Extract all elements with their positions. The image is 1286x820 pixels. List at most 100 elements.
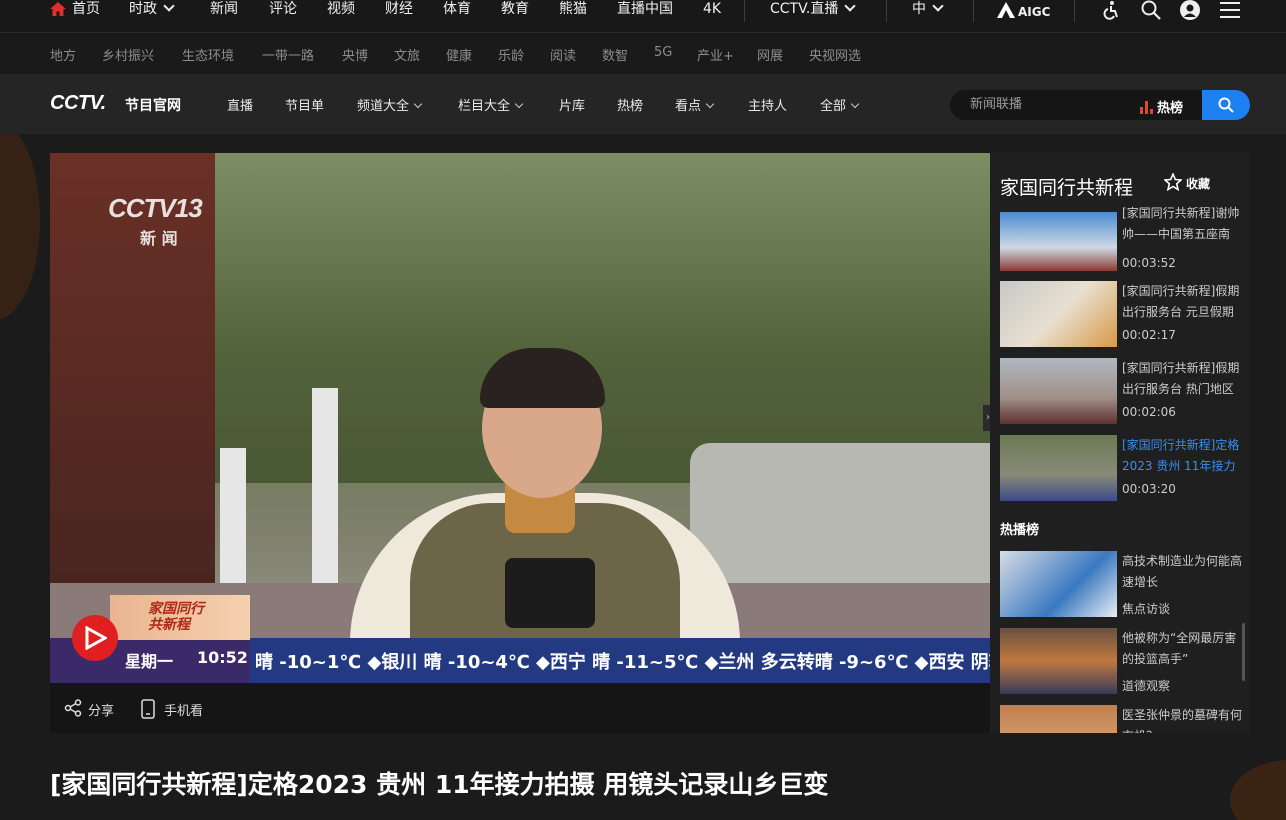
program-banner-text: 家国同行 共新程 [148, 601, 204, 633]
player-actions: 分享 手机看 [50, 683, 990, 733]
nav-hot[interactable]: 热榜 [617, 95, 643, 114]
program-banner: 家国同行 共新程 [110, 595, 250, 640]
play-logo-icon[interactable] [72, 615, 118, 661]
language-switch[interactable]: 中 [912, 0, 944, 33]
subnav-item[interactable]: 乡村振兴 [102, 45, 154, 64]
share-icon [64, 699, 82, 717]
subnav-item[interactable]: 生态环境 [182, 45, 234, 64]
chevron-down-icon [705, 99, 715, 109]
favorite-label: 收藏 [1186, 177, 1211, 191]
topnav-video[interactable]: 视频 [327, 0, 355, 33]
aigc-badge[interactable]: AIGC [997, 0, 1050, 33]
topnav-politics[interactable]: 时政 [129, 0, 175, 33]
topnav-education[interactable]: 教育 [501, 0, 529, 33]
chevron-down-icon [932, 0, 944, 12]
chevron-down-icon [844, 0, 856, 12]
subnav-item[interactable]: 健康 [446, 45, 472, 64]
aigc-label: AIGC [1018, 5, 1051, 19]
subnav-item[interactable]: 数智 [602, 45, 628, 64]
topnav-home[interactable]: 首页 [72, 0, 100, 33]
chevron-down-icon [413, 99, 423, 109]
search-icon [1218, 97, 1234, 113]
sidebar-scrollbar[interactable] [1242, 623, 1245, 681]
nav-channels[interactable]: 频道大全 [357, 95, 423, 114]
topnav-finance[interactable]: 财经 [385, 0, 413, 33]
hot-list-link[interactable]: 热榜 [1140, 97, 1183, 116]
search-box: 热榜 [950, 90, 1250, 120]
hot-source: 道德观察 [1122, 679, 1171, 693]
topnav-panda[interactable]: 熊猫 [559, 0, 587, 33]
player-container: CCTV13 新 闻 星期一 10:52 晴 -10~1℃ ◆银川 晴 -10~… [50, 153, 1250, 733]
playlist-item[interactable]: [家国同行共新程]假期出行服务台 元旦假期 00:02:17 [1000, 281, 1240, 353]
nav-columns[interactable]: 栏目大全 [458, 95, 524, 114]
subnav-item[interactable]: 5G [654, 45, 672, 60]
mobile-phone-icon [141, 699, 155, 719]
search-button[interactable] [1202, 90, 1250, 120]
hot-source: 焦点访谈 [1122, 602, 1171, 616]
nav-library[interactable]: 片库 [559, 95, 585, 114]
subnav-item[interactable]: 阅读 [550, 45, 576, 64]
topnav-sports[interactable]: 体育 [443, 0, 471, 33]
user-icon[interactable] [1180, 0, 1200, 20]
nav-columns-label: 栏目大全 [458, 99, 511, 114]
nav-live[interactable]: 直播 [227, 95, 253, 114]
episode-thumbnail [1000, 358, 1117, 424]
hot-ranking-title: 热播榜 [1000, 523, 1040, 538]
nav-hosts[interactable]: 主持人 [748, 95, 787, 114]
topnav-news[interactable]: 新闻 [210, 0, 238, 33]
hot-list-label: 热榜 [1157, 101, 1184, 116]
playlist-item[interactable]: [家国同行共新程]谢帅帅——中国第五座南 00:03:52 [1000, 206, 1240, 272]
divider [1074, 0, 1075, 22]
logo-subtitle[interactable]: 节目官网 [125, 95, 181, 115]
nav-highlights[interactable]: 看点 [675, 95, 715, 114]
bar-chart-icon [1140, 101, 1153, 114]
episode-duration: 00:02:17 [1122, 328, 1176, 342]
share-label: 分享 [88, 704, 115, 719]
share-button[interactable]: 分享 [64, 699, 115, 719]
hot-item[interactable]: 他被称为“全网最厉害的投篮高手” 道德观察 [1000, 628, 1240, 700]
playlist-item[interactable]: [家国同行共新程]假期出行服务台 热门地区 00:02:06 [1000, 358, 1240, 430]
nav-all[interactable]: 全部 [820, 95, 860, 114]
play-icon [85, 626, 107, 650]
program-nav: CCTV. 节目官网 直播 节目单 频道大全 栏目大全 片库 热榜 看点 主持人… [0, 74, 1286, 134]
episode-thumbnail [1000, 435, 1117, 501]
hot-thumbnail [1000, 705, 1117, 733]
subnav-item[interactable]: 地方 [50, 45, 76, 64]
video-tree [312, 388, 338, 608]
hot-item[interactable]: 医圣张仲景的墓碑有何玄机？ [1000, 705, 1242, 733]
subnav-item[interactable]: 文旅 [394, 45, 420, 64]
ticker-time: 10:52 [197, 648, 248, 667]
topnav-live-china[interactable]: 直播中国 [617, 0, 673, 33]
nav-schedule[interactable]: 节目单 [285, 95, 324, 114]
subnav-item[interactable]: 网展 [757, 45, 783, 64]
playlist-item-active[interactable]: [家国同行共新程]定格2023 贵州 11年接力拍 00:03:20 [1000, 435, 1240, 507]
video-wall [690, 443, 990, 603]
search-icon[interactable] [1141, 0, 1161, 20]
playlist-sidebar: 家国同行共新程 收藏 [家国同行共新程]谢帅帅——中国第五座南 00:03:52… [990, 153, 1250, 733]
episode-title: [家国同行共新程]定格2023 贵州 11年接力拍 [1122, 438, 1240, 473]
cctv-logo[interactable]: CCTV. [50, 92, 106, 115]
mobile-watch-button[interactable]: 手机看 [141, 699, 203, 719]
hot-item[interactable]: 高技术制造业为何能高速增长 焦点访谈 [1000, 551, 1242, 623]
subnav-item[interactable]: 乐龄 [498, 45, 524, 64]
accessibility-icon[interactable] [1100, 0, 1120, 20]
menu-icon[interactable] [1220, 1, 1240, 19]
hot-thumbnail [1000, 551, 1117, 617]
topnav-cctv-live-label: CCTV.直播 [770, 1, 839, 17]
subnav-item[interactable]: 央博 [342, 45, 368, 64]
nav-highlights-label: 看点 [675, 99, 702, 114]
video-player[interactable]: CCTV13 新 闻 星期一 10:52 晴 -10~1℃ ◆银川 晴 -10~… [50, 153, 990, 683]
topnav-4k[interactable]: 4K [703, 0, 721, 33]
topnav-cctv-live[interactable]: CCTV.直播 [770, 0, 856, 33]
subnav-item[interactable]: 央视网选 [809, 45, 861, 64]
search-input[interactable] [970, 97, 1120, 112]
home-icon[interactable] [50, 2, 66, 16]
subnav-item[interactable]: 产业+ [697, 45, 734, 64]
video-tree [220, 448, 246, 593]
subnav-item[interactable]: 一带一路 [262, 45, 314, 64]
favorite-button[interactable]: 收藏 [1164, 173, 1211, 192]
chevron-down-icon [850, 99, 860, 109]
sub-nav: 地方 乡村振兴 生态环境 一带一路 央博 文旅 健康 乐龄 阅读 数智 5G 产… [0, 33, 1286, 74]
hot-title: 医圣张仲景的墓碑有何玄机？ [1122, 708, 1243, 733]
topnav-comment[interactable]: 评论 [269, 0, 297, 33]
